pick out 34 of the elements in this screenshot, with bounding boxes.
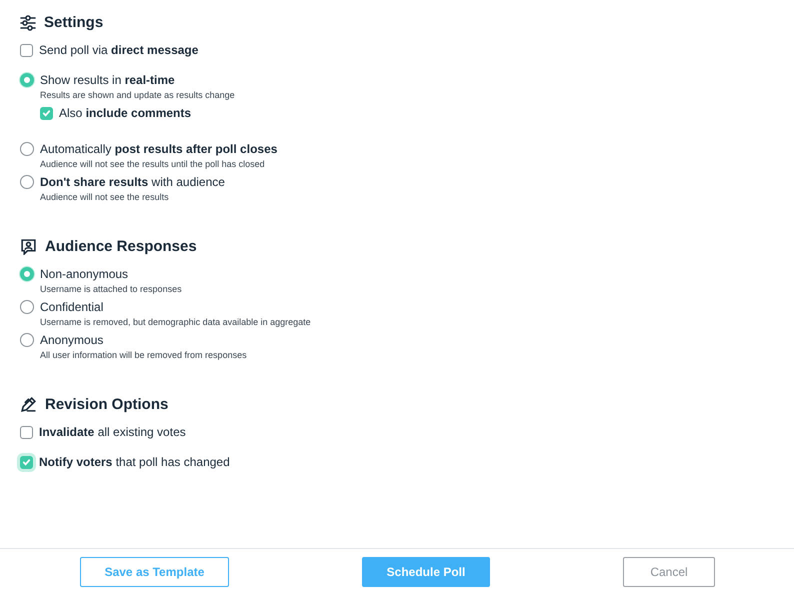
section-title: Revision Options xyxy=(45,396,168,413)
option-label: Confidential xyxy=(40,300,104,314)
user-chat-icon xyxy=(20,238,37,255)
option-description: Audience will not see the results until the poll has closed xyxy=(40,159,266,169)
radio-button[interactable] xyxy=(20,175,34,189)
option-description: Username is attached to responses xyxy=(40,284,183,294)
sliders-icon xyxy=(20,14,36,30)
radio-button[interactable] xyxy=(20,142,34,156)
option-description: Audience will not see the results xyxy=(40,192,170,202)
option-label: Also include comments xyxy=(59,106,192,120)
option-label: Anonymous xyxy=(40,333,104,347)
option-label: Show results in real-time xyxy=(40,73,175,87)
option-description: All user information will be removed from responses xyxy=(40,350,248,360)
checkbox[interactable] xyxy=(20,426,33,438)
option-label: Invalidate all existing votes xyxy=(39,425,186,439)
option-description: Results are shown and update as results change xyxy=(40,90,236,100)
option-description: Username is removed, but demographic data available in aggregate xyxy=(40,317,312,327)
radio-button[interactable] xyxy=(20,73,34,87)
checkbox[interactable] xyxy=(20,44,33,56)
section-title: Settings xyxy=(44,14,104,31)
template-button[interactable]: Save as Template xyxy=(80,557,229,587)
radio-button[interactable] xyxy=(20,300,34,314)
cancel-button[interactable]: Cancel xyxy=(623,557,715,587)
radio-button[interactable] xyxy=(20,267,34,281)
schedule-button[interactable]: Schedule Poll xyxy=(362,557,490,587)
radio-button[interactable] xyxy=(20,333,34,347)
section-title: Audience Responses xyxy=(45,238,197,255)
option-label: Notify voters that poll has changed xyxy=(39,455,230,469)
option-label: Automatically post results after poll closes xyxy=(40,142,278,156)
checkbox[interactable] xyxy=(40,106,53,120)
option-label: Send poll via direct message xyxy=(39,43,198,57)
option-label: Don't share results with audience xyxy=(40,175,225,189)
pencil-icon xyxy=(20,396,37,413)
option-label: Non-anonymous xyxy=(40,267,128,281)
